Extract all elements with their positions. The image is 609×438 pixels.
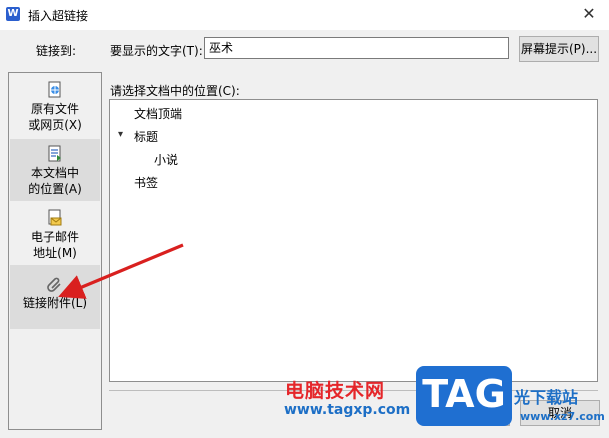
sidebar-item-label: 电子邮件	[30, 230, 79, 244]
screentip-button[interactable]: 屏幕提示(P)...	[519, 36, 599, 62]
sidebar-item-existing-file[interactable]: 原有文件 或网页(X)	[10, 81, 100, 141]
sidebar-item-label: 本文档中	[30, 166, 79, 180]
sidebar-item-label: 链接附件(L)	[22, 296, 88, 310]
tree-item-document-top[interactable]: 文档顶端	[134, 105, 182, 122]
sidebar-item-link-attachment[interactable]: 链接附件(L)	[10, 265, 100, 329]
display-text-input[interactable]: 巫术	[204, 37, 509, 59]
document-location-tree[interactable]: 文档顶端 ▾ 标题 小说 书签	[109, 99, 598, 382]
sidebar-item-label: 原有文件	[30, 102, 79, 116]
tree-item-headings[interactable]: 标题	[134, 128, 158, 145]
email-icon	[48, 209, 62, 226]
close-button[interactable]: ✕	[573, 2, 605, 26]
chevron-down-icon[interactable]: ▾	[118, 129, 123, 140]
document-place-icon	[48, 145, 61, 162]
sidebar-item-label: 的位置(A)	[28, 182, 82, 196]
watermark-site-name: 电脑技术网	[285, 380, 386, 402]
title-bar: W 插入超链接 ✕	[0, 0, 609, 30]
sidebar-item-this-document[interactable]: 本文档中 的位置(A)	[10, 139, 100, 201]
window-title: 插入超链接	[28, 9, 89, 23]
link-target-sidebar: 原有文件 或网页(X) 本文档中 的位置(A) 电子邮件 地址(M) 链接附件(…	[8, 72, 102, 430]
tree-item-heading-novel[interactable]: 小说	[154, 151, 178, 168]
link-to-label: 链接到:	[36, 44, 77, 58]
sidebar-item-label: 或网页(X)	[28, 118, 82, 132]
web-file-icon	[48, 81, 61, 98]
wps-writer-icon: W	[6, 7, 20, 21]
sidebar-item-label: 地址(M)	[33, 246, 77, 260]
paperclip-icon	[47, 277, 61, 292]
display-text-label: 要显示的文字(T):	[110, 44, 203, 58]
sidebar-item-email[interactable]: 电子邮件 地址(M)	[10, 205, 100, 265]
watermark-url: www.tagxp.com	[284, 402, 411, 418]
watermark-side-url: www.xz7.com	[520, 410, 605, 423]
tag-logo-text: TAG	[422, 372, 506, 416]
tree-item-bookmarks[interactable]: 书签	[134, 174, 158, 191]
tag-logo: TAG	[416, 366, 512, 426]
location-label: 请选择文档中的位置(C):	[110, 84, 240, 98]
watermark-side-name: 光下载站	[514, 388, 579, 407]
